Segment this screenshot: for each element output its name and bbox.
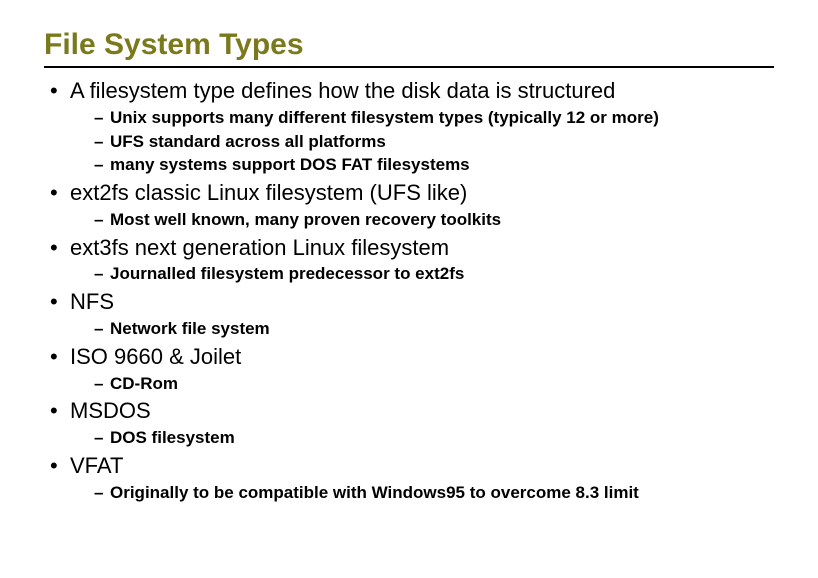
bullet-level2: Unix supports many different filesystem … [44, 107, 774, 129]
bullet-level2: Journalled filesystem predecessor to ext… [44, 263, 774, 285]
bullet-level1: A filesystem type defines how the disk d… [44, 78, 774, 105]
bullet-level1: MSDOS [44, 398, 774, 425]
bullet-level2: CD-Rom [44, 373, 774, 395]
bullet-level1: NFS [44, 289, 774, 316]
slide-title: File System Types [44, 28, 774, 62]
bullet-level1: VFAT [44, 453, 774, 480]
bullet-level1: ext2fs classic Linux filesystem (UFS lik… [44, 180, 774, 207]
bullet-level1: ISO 9660 & Joilet [44, 344, 774, 371]
bullet-level1: ext3fs next generation Linux filesystem [44, 235, 774, 262]
slide: File System Types A filesystem type defi… [0, 0, 818, 526]
bullet-level2: many systems support DOS FAT filesystems [44, 154, 774, 176]
bullet-level2: Network file system [44, 318, 774, 340]
bullet-level2: DOS filesystem [44, 427, 774, 449]
bullet-level2: Most well known, many proven recovery to… [44, 209, 774, 231]
title-divider [44, 66, 774, 68]
bullet-level2: UFS standard across all platforms [44, 131, 774, 153]
bullet-level2: Originally to be compatible with Windows… [44, 482, 774, 504]
